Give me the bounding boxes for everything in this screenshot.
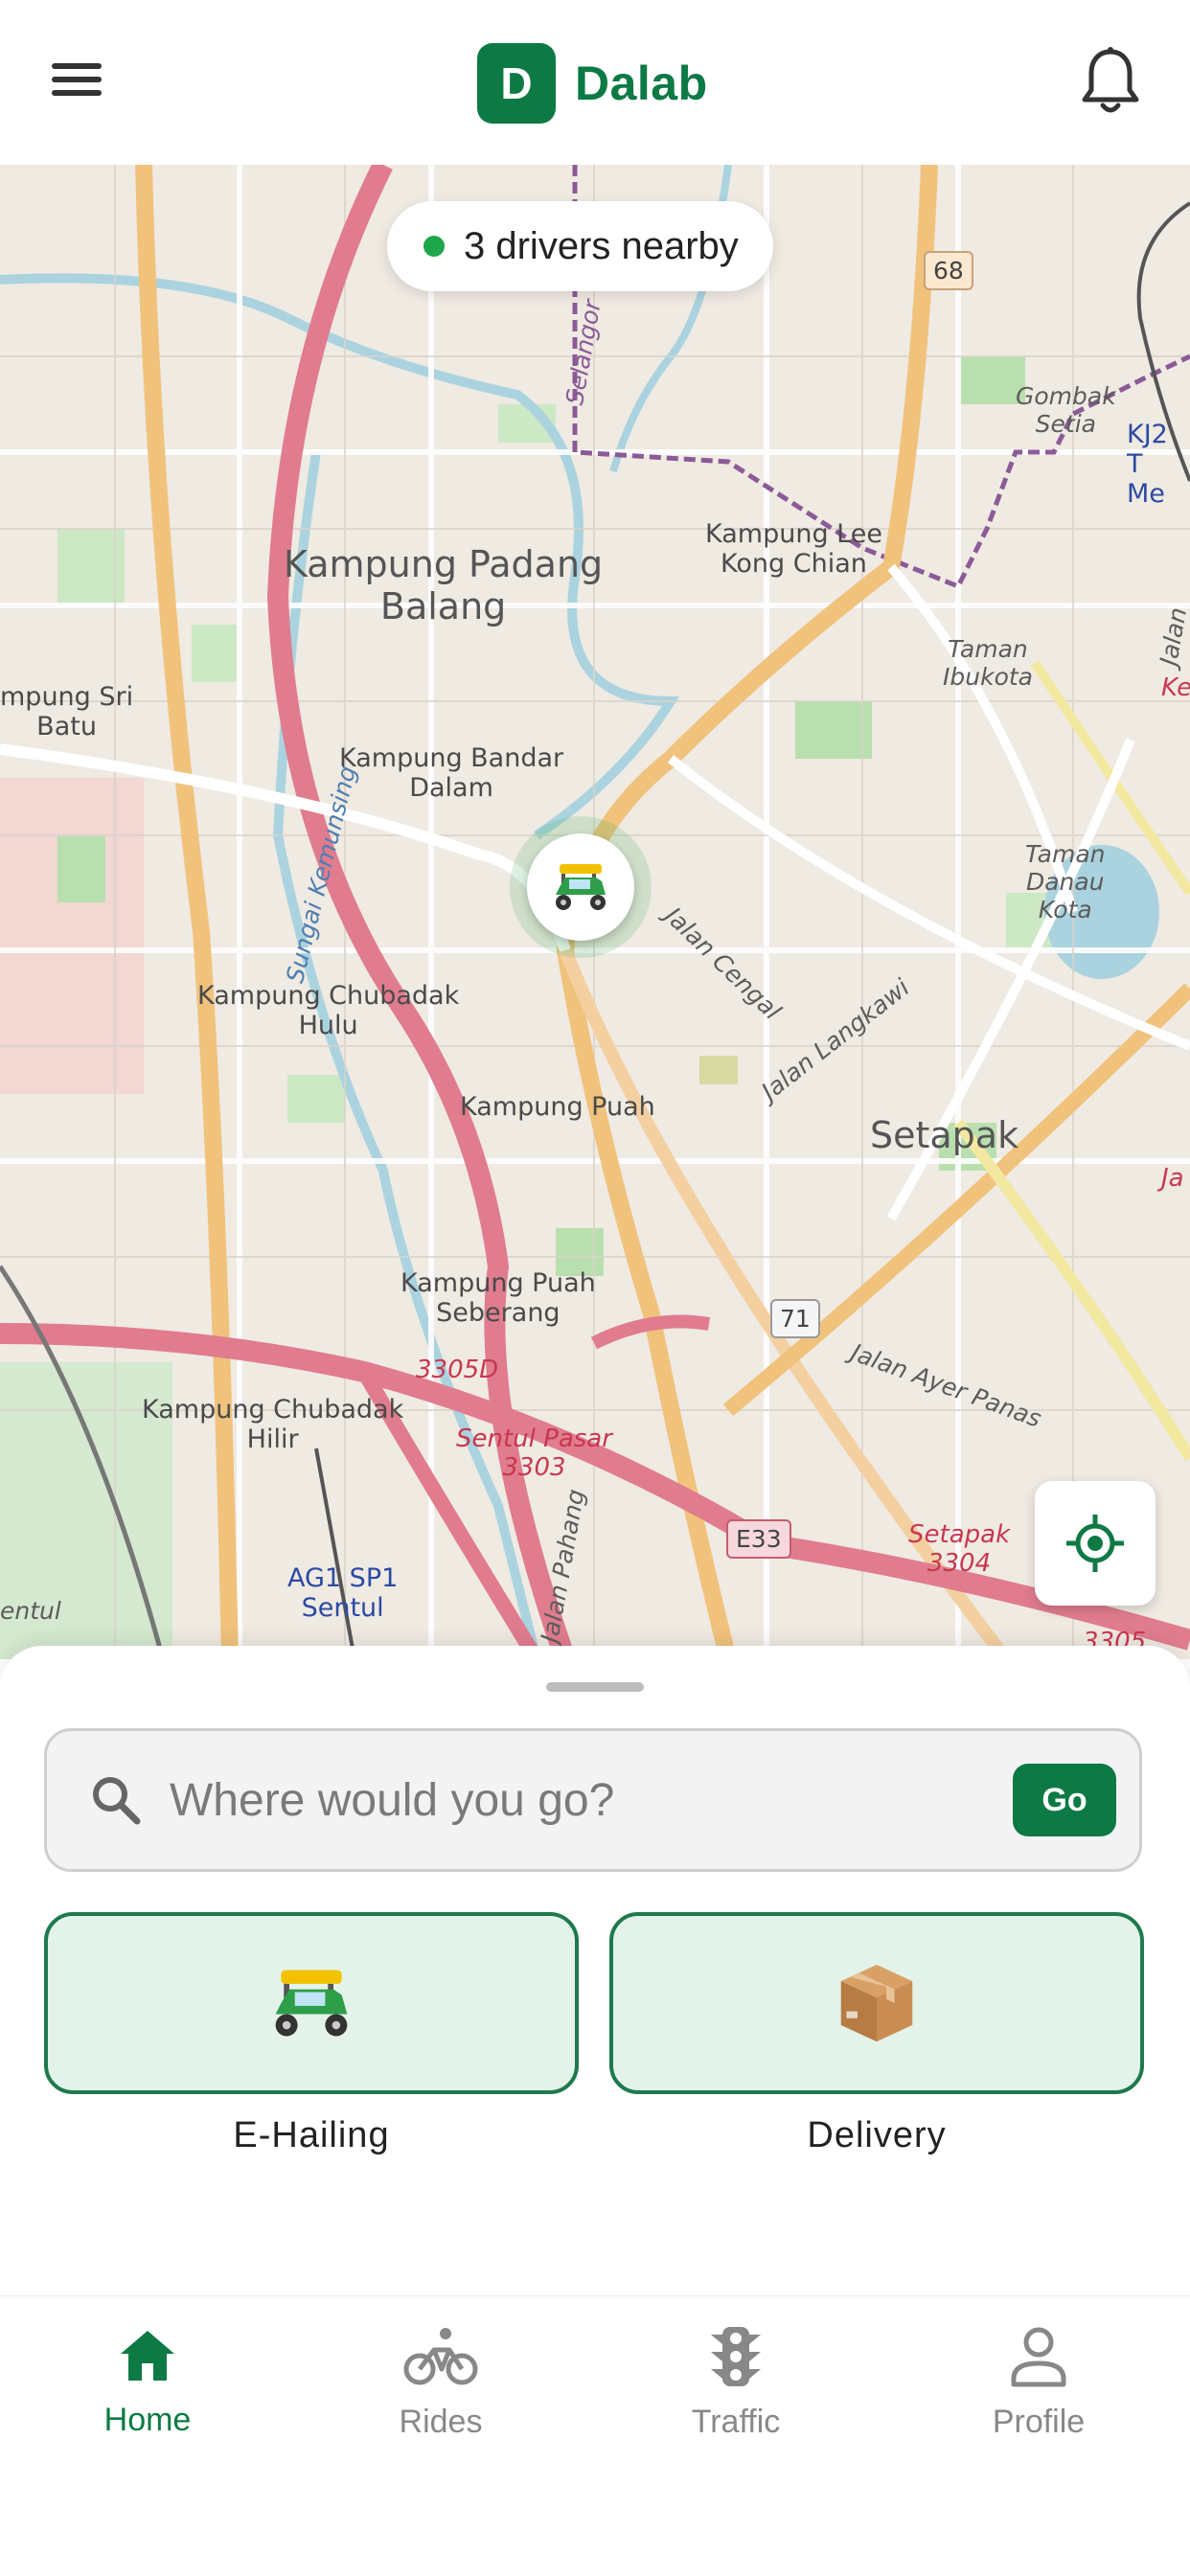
map-label: Kampung Chubadak Hilir: [142, 1395, 404, 1455]
nav-item-profile[interactable]: Profile: [924, 2325, 1154, 2488]
map-label: Kampung Chubadak Hulu: [197, 981, 460, 1041]
map-label: Kampung Bandar Dalam: [339, 743, 564, 804]
map-label: Kampung Puah: [460, 1092, 655, 1122]
brand: D Dalab: [477, 40, 708, 126]
nav-label-profile: Profile: [992, 2404, 1086, 2440]
road-shield-e33: E33: [726, 1519, 791, 1559]
map-label: Kampung Padang Balang: [284, 543, 604, 627]
service-card-e-hailing[interactable]: [44, 1912, 579, 2094]
auto-rickshaw-icon: [275, 1970, 348, 2037]
nav-label-traffic: Traffic: [691, 2404, 781, 2440]
drivers-nearby-text: 3 drivers nearby: [464, 224, 739, 267]
notification-bell-icon[interactable]: [1077, 44, 1144, 121]
map-label: Gombak Setia: [1016, 382, 1116, 438]
map-label: Ja: [1161, 1164, 1184, 1193]
crosshair-location-icon: [1066, 1515, 1124, 1572]
map-label: mpung Sri Batu: [0, 682, 134, 742]
map-label: KJ2 T Me: [1127, 420, 1168, 510]
drivers-nearby-badge: 3 drivers nearby: [387, 201, 773, 291]
map-label: Kampung Lee Kong Chian: [705, 519, 882, 580]
app-name: Dalab: [575, 57, 708, 110]
service-card-delivery[interactable]: [609, 1912, 1144, 2094]
driver-location-marker[interactable]: [527, 833, 634, 941]
logo-badge: D: [477, 43, 556, 124]
online-status-dot: [423, 236, 445, 257]
bicycle-icon: [403, 2328, 478, 2385]
nav-item-traffic[interactable]: Traffic: [621, 2325, 851, 2488]
person-icon: [1011, 2327, 1066, 2387]
map-label: Ke: [1161, 673, 1190, 702]
package-icon: [840, 1964, 913, 2042]
map-label: AG1 SP1 Sentul: [287, 1563, 399, 1624]
nav-item-home[interactable]: Home: [33, 2325, 263, 2488]
service-label-delivery: Delivery: [807, 2115, 947, 2155]
map-label: 3305D: [416, 1356, 499, 1384]
service-label-e-hailing: E-Hailing: [233, 2115, 390, 2155]
map-label: Setapak: [870, 1114, 1019, 1156]
map-label: Taman Ibukota: [943, 635, 1033, 691]
destination-search-input[interactable]: [168, 1772, 1013, 1828]
locate-me-button[interactable]: [1035, 1481, 1156, 1606]
nav-label-rides: Rides: [399, 2404, 483, 2440]
destination-search-bar: Go: [44, 1728, 1142, 1872]
map-label: Kampung Puah Seberang: [400, 1268, 596, 1329]
bottom-sheet: Go E-Hailing Delivery: [0, 1646, 1190, 2297]
sheet-drag-handle[interactable]: [546, 1682, 644, 1692]
app-header: D Dalab: [0, 0, 1190, 165]
map-label: Taman Danau Kota: [1025, 840, 1106, 923]
bottom-navigation: Home Rides Traffic Profile: [0, 2295, 1190, 2576]
map-label: Setapak 3304: [908, 1520, 1011, 1578]
nav-label-home: Home: [103, 2402, 192, 2438]
home-icon: [121, 2331, 174, 2381]
auto-rickshaw-icon: [556, 864, 606, 910]
go-button[interactable]: Go: [1013, 1764, 1116, 1836]
search-icon: [93, 1777, 141, 1825]
menu-icon[interactable]: [42, 57, 111, 107]
map-label: Sentul Pasar 3303: [456, 1425, 612, 1482]
nav-item-rides[interactable]: Rides: [326, 2325, 556, 2488]
map-label: entul: [0, 1597, 61, 1625]
road-shield-68: 68: [924, 251, 973, 290]
road-shield-71: 71: [770, 1299, 820, 1338]
traffic-light-icon: [711, 2327, 761, 2386]
